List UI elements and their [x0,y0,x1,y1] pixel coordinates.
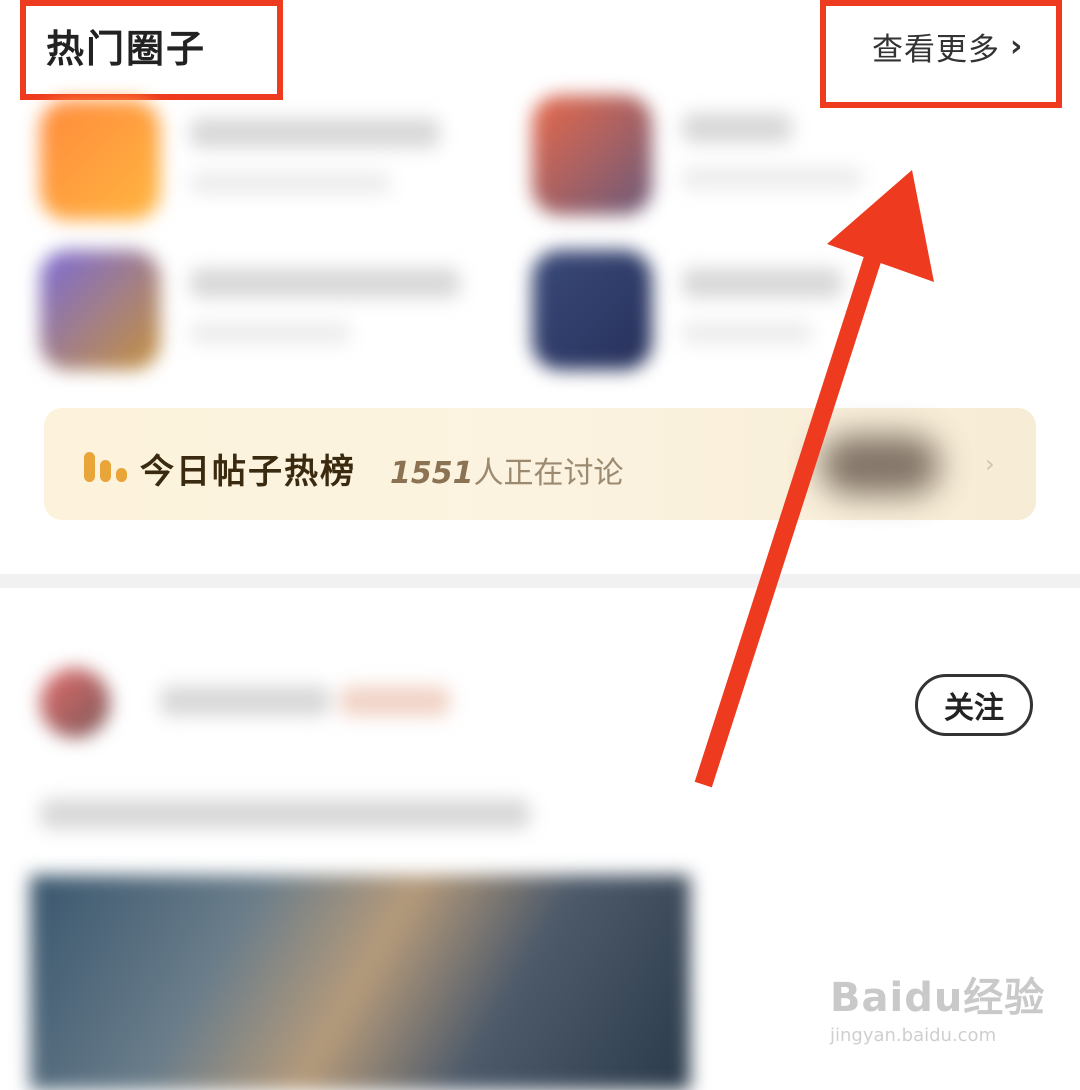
watermark-brand: Baidu经验 [830,975,1046,1021]
watermark-url: jingyan.baidu.com [830,1025,997,1046]
annotation-arrow [694,170,934,788]
watermark: Baidu经验 jingyan.baidu.com [830,965,1045,1046]
